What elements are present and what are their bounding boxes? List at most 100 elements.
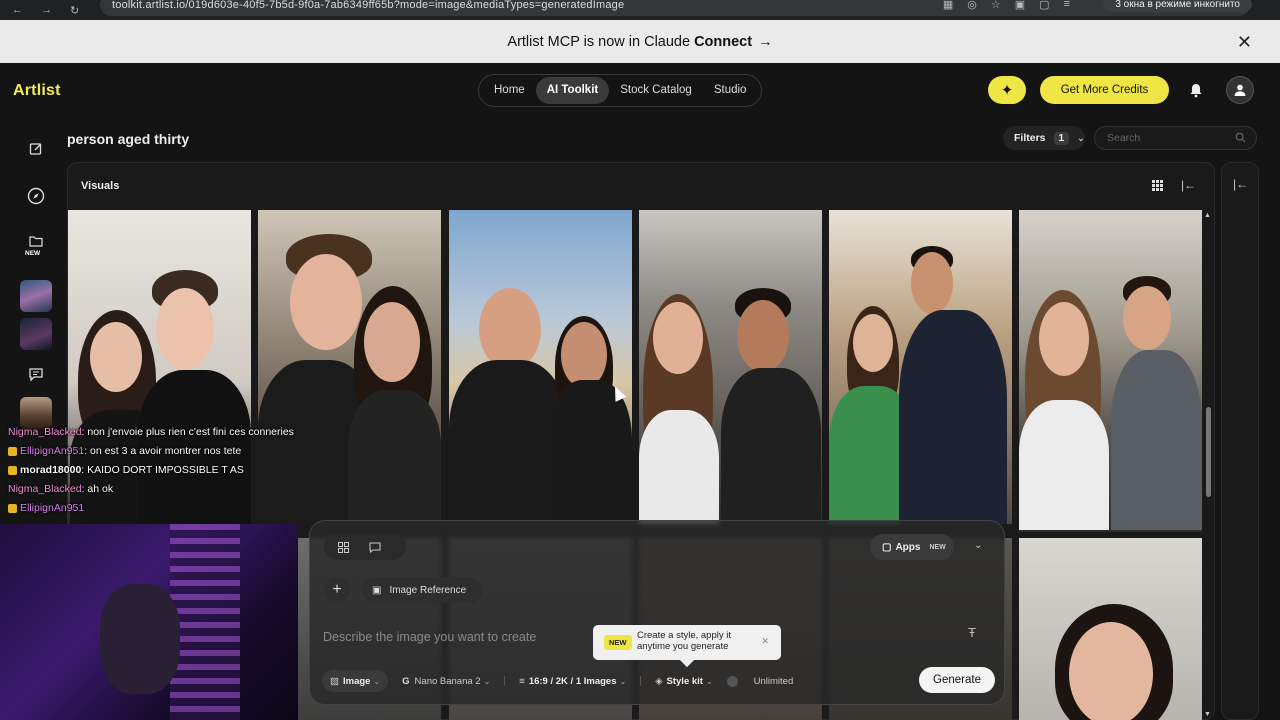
announcement-link[interactable]: Connect — [694, 34, 752, 50]
search-icon — [1235, 132, 1246, 143]
recent-thumbnail-1[interactable] — [20, 280, 52, 312]
bell-icon — [1190, 83, 1202, 97]
sparkle-button[interactable]: ✦ — [988, 76, 1026, 104]
plus-icon: + — [332, 581, 342, 598]
chat-icon — [29, 367, 43, 382]
close-icon[interactable]: ✕ — [761, 636, 769, 647]
folder-icon — [29, 236, 43, 247]
search-input[interactable]: Search — [1094, 126, 1257, 150]
generate-button[interactable]: Generate — [919, 667, 995, 693]
explore-button[interactable] — [18, 178, 54, 214]
light-panel — [170, 524, 240, 720]
reload-icon[interactable]: ↻ — [70, 4, 79, 17]
scrollbar[interactable]: ▲ ▼ — [1204, 212, 1212, 718]
get-more-credits-button[interactable]: Get More Credits — [1040, 76, 1169, 104]
image-reference-label: Image Reference — [389, 584, 467, 596]
profile-button[interactable] — [1226, 76, 1254, 104]
style-kit-tooltip: NEW Create a style, apply it anytime you … — [593, 625, 781, 668]
recent-thumbnail-2[interactable] — [20, 318, 52, 350]
tooltip-text: Create a style, apply it anytime you gene… — [637, 630, 731, 652]
visuals-label: Visuals — [81, 180, 120, 192]
side-panel: |← — [1221, 162, 1259, 720]
chevron-down-icon: ⌄ — [1077, 132, 1085, 143]
eye-off-icon[interactable]: ◎ — [967, 0, 977, 11]
browser-toolbar: toolkit.artlist.io/019d603e-40f5-7b5d-9f… — [0, 0, 1280, 20]
new-badge: NEW — [25, 250, 41, 257]
nav-stock-catalog[interactable]: Stock Catalog — [609, 77, 703, 104]
add-button[interactable]: + — [324, 577, 350, 603]
stream-chat-overlay: Nigma_Blacked: non j'envoie plus rien c'… — [0, 424, 300, 524]
image-card[interactable] — [1019, 210, 1202, 532]
nav-ai-toolkit[interactable]: AI Toolkit — [535, 77, 610, 104]
scroll-down-icon[interactable]: ▼ — [1204, 711, 1211, 718]
close-icon[interactable]: ✕ — [1237, 32, 1252, 53]
nav-studio[interactable]: Studio — [703, 77, 758, 104]
page-title: person aged thirty — [67, 131, 190, 147]
image-card[interactable] — [1019, 538, 1202, 720]
sub-badge-icon — [8, 465, 17, 475]
image-card[interactable] — [829, 210, 1012, 524]
announcement-bar[interactable]: Artlist MCP is now in Claude Connect → ✕ — [0, 20, 1280, 63]
image-icon: ▨ — [330, 675, 339, 687]
arrow-right-icon: → — [758, 33, 773, 50]
scroll-thumb[interactable] — [1206, 407, 1211, 497]
user-icon — [1234, 84, 1246, 96]
text-format-icon[interactable]: Ŧ — [968, 625, 976, 640]
apps-new-badge: NEW — [929, 543, 946, 551]
image-card[interactable] — [639, 210, 822, 524]
settings-select[interactable]: ≡ 16:9 / 2K / 1 Images ⌄ — [511, 670, 634, 692]
tooltip-new-badge: NEW — [604, 635, 632, 650]
webcam-overlay — [0, 524, 298, 720]
translate-icon[interactable]: ▦ — [943, 0, 953, 11]
puzzle-icon[interactable]: ▢ — [1039, 0, 1049, 11]
filters-button[interactable]: Filters 1 ⌄ — [1003, 126, 1085, 150]
generation-controls: ▨ Image ⌄ G Nano Banana 2 ⌄ ≡ 16:9 / 2K / 1 I… — [322, 670, 807, 692]
sliders-icon: ≡ — [519, 675, 525, 687]
image-card[interactable] — [449, 210, 632, 524]
menu-list-icon[interactable]: ≡ — [1064, 0, 1070, 11]
divider — [640, 676, 642, 686]
extension-icon[interactable]: ▣ — [1015, 0, 1025, 11]
mode-select[interactable]: ▨ Image ⌄ — [322, 670, 389, 692]
grid-mode-icon[interactable] — [338, 541, 349, 553]
model-select[interactable]: G Nano Banana 2 ⌄ — [394, 670, 498, 692]
grid-view-icon[interactable] — [1152, 180, 1163, 191]
image-reference-button[interactable]: ▣ Image Reference — [362, 577, 482, 603]
back-icon[interactable]: ← — [12, 4, 23, 17]
scroll-up-icon[interactable]: ▲ — [1204, 212, 1211, 219]
tooltip-arrow — [679, 652, 695, 668]
incognito-badge[interactable]: 3 окна в режиме инкогнито — [1103, 0, 1252, 12]
notifications-button[interactable] — [1181, 76, 1211, 104]
apps-bag-icon: ▢ — [882, 541, 892, 553]
google-icon: G — [402, 675, 410, 687]
divider — [504, 676, 506, 686]
chat-button[interactable] — [18, 356, 54, 392]
collapse-left-icon[interactable]: |← — [1181, 178, 1196, 192]
chat-line: EllipignAn951 — [8, 502, 84, 514]
collapse-side-icon[interactable]: |← — [1233, 177, 1248, 191]
new-project-button[interactable] — [18, 131, 54, 167]
chat-mode-icon[interactable] — [369, 542, 381, 553]
search-placeholder: Search — [1107, 132, 1141, 144]
star-icon[interactable]: ☆ — [991, 0, 1001, 11]
prompt-input[interactable]: Describe the image you want to create — [323, 630, 536, 644]
address-url[interactable]: toolkit.artlist.io/019d603e-40f5-7b5d-9f… — [112, 0, 624, 11]
address-bar[interactable]: toolkit.artlist.io/019d603e-40f5-7b5d-9f… — [100, 0, 1250, 16]
filters-count: 1 — [1053, 131, 1070, 145]
main-nav: Home AI Toolkit Stock Catalog Studio — [478, 74, 763, 107]
composer-tabs — [324, 534, 406, 560]
nav-home[interactable]: Home — [483, 77, 536, 104]
chevron-down-icon[interactable]: ⌄ — [974, 540, 982, 551]
forward-icon[interactable]: → — [41, 4, 52, 17]
browser-icons: ▦ ◎ ☆ ▣ ▢ ≡ — [943, 0, 1070, 11]
announcement-text: Artlist MCP is now in Claude — [507, 33, 691, 50]
sparkle-icon: ✦ — [1000, 82, 1014, 99]
chat-line: Nigma_Blacked: ah ok — [8, 483, 114, 495]
chat-line: EllipignAn951: on est 3 a avoir montrer … — [8, 445, 241, 457]
edit-icon — [29, 143, 42, 155]
artlist-logo[interactable]: Artlist — [13, 82, 61, 100]
unlimited-toggle[interactable] — [726, 675, 738, 687]
style-kit-select[interactable]: ◈ Style kit ⌄ — [647, 670, 720, 692]
apps-label: Apps — [895, 541, 921, 553]
apps-button[interactable]: ▢ Apps NEW — [870, 534, 954, 560]
